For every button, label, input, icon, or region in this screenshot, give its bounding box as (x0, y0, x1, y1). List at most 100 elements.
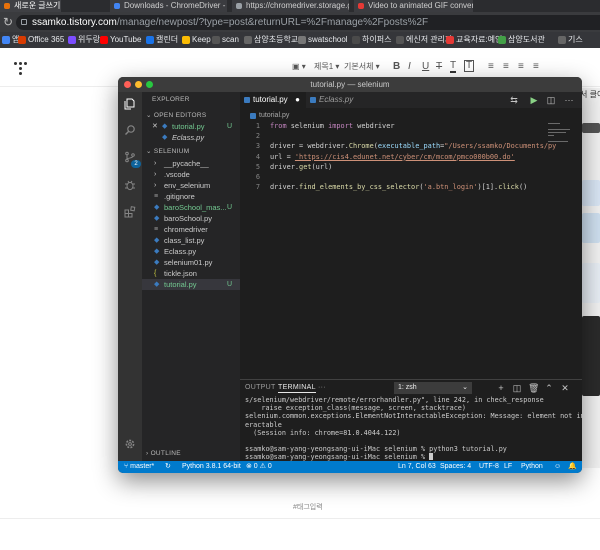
file-item[interactable]: ◆ selenium01.py (142, 257, 240, 268)
close-icon[interactable]: ● (295, 92, 300, 108)
bookmark-item[interactable]: 교육자료:예인 (446, 32, 502, 48)
new-terminal-icon[interactable]: + (496, 382, 506, 394)
problems-count[interactable]: ⊗ 0 ⚠ 0 (246, 461, 272, 473)
python-file-icon: ◆ (162, 123, 168, 130)
open-editors-title: OPEN EDITORS (153, 112, 207, 119)
bookmark-item[interactable]: 삼양초등학교 (244, 32, 298, 48)
run-icon[interactable]: ▶ (529, 95, 539, 105)
align-right-button[interactable]: ≡ (518, 60, 524, 74)
close-panel-icon[interactable]: ✕ (560, 382, 570, 394)
font-select[interactable]: 기본서체 ▾ (344, 60, 380, 74)
feedback-icon[interactable]: ☺ (554, 461, 561, 473)
kill-terminal-icon[interactable]: 🗑 (528, 382, 539, 394)
explorer-icon[interactable] (124, 98, 136, 110)
git-branch[interactable]: ⑂ master* (124, 461, 154, 473)
split-editor-icon[interactable]: ◫ (546, 95, 556, 105)
compare-changes-icon[interactable]: ⇆ (509, 95, 519, 105)
open-editors-header[interactable]: ⌄ OPEN EDITORS (146, 111, 206, 119)
file-item[interactable]: ≡ chromedriver (142, 224, 240, 235)
sync-icon[interactable]: ↻ (165, 461, 171, 473)
bookmarks-bar: 앱 Office 365 위두랑 YouTube 캘린더 Keep scan 삼양초등학교 sw… (0, 32, 600, 48)
bookmark-item[interactable]: 에신저 관리자 (396, 32, 452, 48)
panel-more-tab[interactable]: ··· (318, 384, 326, 391)
bookmark-item[interactable]: scan (212, 32, 239, 48)
maximize-panel-icon[interactable]: ⌃ (544, 382, 554, 394)
close-icon[interactable]: ✕ (152, 121, 158, 132)
file-item[interactable]: ◆ Eclass.py (142, 246, 240, 257)
code-token: driver = webdriver. (270, 142, 349, 151)
python-interpreter[interactable]: Python 3.8.1 64-bit (182, 461, 241, 473)
bookmark-item[interactable]: Keep (182, 32, 211, 48)
bookmark-item[interactable]: 위두랑 (68, 32, 100, 48)
extensions-icon[interactable] (124, 206, 136, 218)
heading-select[interactable]: 제목1 ▾ (314, 60, 339, 74)
end-of-line[interactable]: LF (504, 461, 512, 473)
tistory-logo-icon[interactable] (14, 62, 28, 76)
bookmark-item[interactable]: YouTube (100, 32, 141, 48)
tag-input[interactable]: #태그입력 (293, 502, 323, 512)
file-item[interactable]: ≡ .gitignore (142, 191, 240, 202)
browser-tab[interactable]: https://chromedriver.storage.go (232, 0, 350, 12)
tab-terminal[interactable]: TERMINAL (278, 384, 316, 393)
align-justify-button[interactable]: ≡ (533, 60, 539, 74)
text-color-button[interactable]: T (450, 60, 457, 73)
browser-tab[interactable]: 새로운 글쓰기 (0, 0, 62, 12)
bookmark-favicon (446, 36, 454, 44)
bookmark-item[interactable]: 기스 (558, 32, 583, 48)
split-terminal-icon[interactable]: ◫ (512, 382, 522, 394)
file-name: tutorial.py (164, 280, 197, 289)
image-insert-button[interactable]: ▣ ▾ (292, 60, 306, 74)
editor-tab-tutorial[interactable]: tutorial.py ● (240, 92, 306, 108)
more-actions-icon[interactable]: ··· (564, 95, 574, 105)
file-item[interactable]: ◆ baroSchool_mas... U (142, 202, 240, 213)
cursor-position[interactable]: Ln 7, Col 63 (398, 461, 436, 473)
file-name: .vscode (164, 170, 190, 179)
file-item[interactable]: ◆ tutorial.py U (142, 279, 240, 290)
bold-button[interactable]: B (393, 60, 400, 74)
bg-color-button[interactable]: T (464, 60, 475, 72)
bookmark-favicon (244, 36, 252, 44)
open-editor-item[interactable]: ◆ Eclass.py (142, 132, 240, 143)
open-editor-item[interactable]: ✕ ◆ tutorial.py U (142, 121, 240, 132)
close-window-icon[interactable] (124, 81, 131, 88)
align-left-button[interactable]: ≡ (488, 60, 494, 74)
folder-item[interactable]: › env_selenium (142, 180, 240, 191)
folder-item[interactable]: › .vscode (142, 169, 240, 180)
breadcrumb[interactable]: tutorial.py (250, 110, 289, 121)
align-center-button[interactable]: ≡ (503, 60, 509, 74)
browser-tab[interactable]: Downloads - ChromeDriver - Web (110, 0, 228, 12)
indentation[interactable]: Spaces: 4 (440, 461, 471, 473)
browser-tab[interactable]: Video to animated GIF converter (354, 0, 474, 12)
strikethrough-button[interactable]: T (436, 60, 442, 74)
bookmark-item[interactable]: 앱 (2, 32, 19, 48)
bookmark-item[interactable]: Office 365 (18, 32, 64, 48)
debug-icon[interactable] (124, 179, 136, 191)
minimize-window-icon[interactable] (135, 81, 142, 88)
minimap[interactable] (548, 121, 570, 181)
tab-output[interactable]: OUTPUT (245, 384, 276, 391)
file-item[interactable]: ◆ class_list.py (142, 235, 240, 246)
search-icon[interactable] (124, 124, 136, 136)
underline-button[interactable]: U (422, 60, 429, 74)
bookmark-item[interactable]: swatschool (298, 32, 348, 48)
maximize-window-icon[interactable] (146, 81, 153, 88)
italic-button[interactable]: I (408, 60, 411, 74)
chevron-down-icon: ⌄ (462, 384, 468, 391)
address-bar[interactable]: ssamko.tistory.com/manage/newpost/?type=… (16, 15, 600, 30)
editor-tab-eclass[interactable]: Eclass.py (306, 92, 368, 108)
notifications-icon[interactable]: 🔔 (568, 461, 577, 473)
reload-icon[interactable]: ↻ (1, 15, 15, 29)
language-mode[interactable]: Python (521, 461, 543, 473)
terminal-select[interactable]: 1: zsh ⌄ (394, 382, 472, 394)
file-item[interactable]: {tickle.json (142, 268, 240, 279)
settings-gear-icon[interactable] (124, 438, 136, 450)
folder-item[interactable]: › __pycache__ (142, 158, 240, 169)
tab-title: 새로운 글쓰기 (14, 1, 61, 10)
bookmark-item[interactable]: 캘린더 (146, 32, 178, 48)
folder-header[interactable]: ⌄ SELENIUM (146, 147, 190, 155)
bookmark-item[interactable]: 하이퍼스 (352, 32, 391, 48)
encoding[interactable]: UTF-8 (479, 461, 499, 473)
file-item[interactable]: ◆ baroSchool.py (142, 213, 240, 224)
bookmark-item[interactable]: 삼양도서관 (498, 32, 545, 48)
outline-header[interactable]: › OUTLINE (146, 450, 181, 457)
